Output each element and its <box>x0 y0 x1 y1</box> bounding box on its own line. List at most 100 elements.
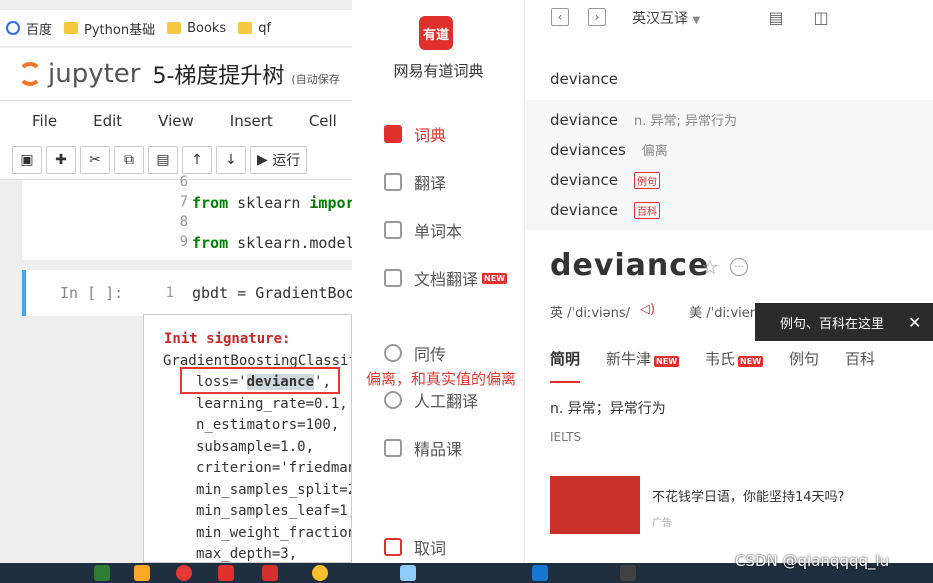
exam-tag: IELTS <box>550 430 582 444</box>
speaker-icon[interactable]: ◁) <box>640 302 655 321</box>
paste-button[interactable]: ▤ <box>148 145 178 174</box>
ad-label: 广告 <box>652 518 672 529</box>
move-up-button[interactable]: ↑ <box>182 145 212 174</box>
run-button[interactable]: ▶ 运行 <box>250 145 308 174</box>
app-icon[interactable] <box>262 565 278 581</box>
nav-interpret[interactable]: 同传 <box>384 341 446 365</box>
jupyter-icon <box>18 62 42 86</box>
folder-icon[interactable] <box>134 565 150 581</box>
param: min_samples_split=2, <box>196 481 352 498</box>
menu-bar: File Edit View Insert Cell <box>0 100 352 140</box>
menu-file[interactable]: File <box>14 112 75 130</box>
menu-edit[interactable]: Edit <box>75 112 140 130</box>
copy-icon: ⧉ <box>124 151 134 168</box>
bookmark-baidu[interactable]: 百度 <box>6 19 52 38</box>
suggestion-item[interactable]: deviance 百科 <box>550 201 660 219</box>
cell-prompt: In [ ]: <box>60 284 124 302</box>
tab-encyclopedia[interactable]: 百科 <box>845 348 875 383</box>
nav-dictionary[interactable]: 词典 <box>384 122 446 146</box>
suggestion-item[interactable]: deviances 偏离 <box>550 140 668 160</box>
notes-icon: ▤ <box>768 7 784 27</box>
chrome-icon[interactable] <box>176 565 192 581</box>
definition: n. 异常；异常行为 <box>550 401 666 417</box>
suggestion-list: deviance n. 异常; 异常行为 deviances 偏离 deviance… <box>525 100 933 230</box>
phonetics: 英 /ˈdiːviəns/ ◁) 美 /ˈdiːvien <box>550 302 758 321</box>
code-line[interactable]: gbdt = GradientBoos <box>192 284 352 302</box>
tab-oxford[interactable]: 新牛津 NEW <box>606 348 680 383</box>
signature-tooltip: Init signature: GradientBoostingClassifi… <box>143 314 352 563</box>
tab-examples[interactable]: 例句 <box>789 348 819 383</box>
bookmark-python[interactable]: Python基础 <box>64 19 155 38</box>
dict-sidebar: 有道 网易有道词典 词典 翻译 单词本 文档翻译 NEW 同传 人工翻译 精品课 … <box>352 0 525 563</box>
param: max_depth=3, <box>196 546 298 562</box>
bookmark-books[interactable]: Books <box>167 21 226 36</box>
nav-word-capture[interactable]: 取词 <box>384 535 446 559</box>
dict-tabs: 简明 新牛津 NEW 韦氏 NEW 例句 百科 <box>550 348 875 383</box>
dict-main: ‹ › 英汉互译 ▼ ▤ ◫ deviance deviance n. 异常; 异… <box>525 0 933 563</box>
star-icon[interactable]: ☆ <box>701 255 719 279</box>
line-number: 1 <box>165 285 174 301</box>
code-line: from sklearn impor <box>192 194 352 212</box>
more-icon[interactable]: ··· <box>730 258 748 276</box>
line-number: 7 <box>179 194 188 210</box>
menu-cell[interactable]: Cell <box>291 112 352 130</box>
terminal-icon[interactable] <box>620 565 636 581</box>
ad-text: 不花钱学日语，你能坚持14天吗? <box>652 490 845 505</box>
add-cell-button[interactable]: ✚ <box>46 145 76 174</box>
param: criterion='friedman <box>196 460 352 476</box>
paste-icon: ▤ <box>156 151 170 168</box>
menu-view[interactable]: View <box>140 112 212 130</box>
watermark: CSDN @qianqqqq_lu <box>735 552 890 570</box>
jupyter-window: 百度 Python基础 Books qf jupyter 5-梯度提升树 (自动… <box>0 0 352 563</box>
tooltip-header: Init signature: <box>164 331 291 347</box>
back-button[interactable]: ‹ <box>551 8 569 26</box>
code-line: from sklearn.model_ <box>192 234 352 252</box>
forward-button[interactable]: › <box>588 8 606 26</box>
highlight-box <box>180 367 340 394</box>
screenshot-button[interactable]: ◫ <box>812 7 830 27</box>
nav-doc-translate[interactable]: 文档翻译 NEW <box>384 266 507 290</box>
jupyter-header: jupyter 5-梯度提升树 (自动保存 <box>0 48 352 100</box>
suggestion-item[interactable]: deviance 例句 <box>550 171 660 189</box>
bookmark-qf[interactable]: qf <box>238 21 271 36</box>
menu-insert[interactable]: Insert <box>212 112 291 130</box>
nav-wordbook[interactable]: 单词本 <box>384 218 462 242</box>
notebook-title[interactable]: 5-梯度提升树 (自动保存 <box>152 58 339 90</box>
copy-button[interactable]: ⧉ <box>114 145 144 174</box>
line-number: 6 <box>179 174 188 190</box>
suggestion-item[interactable]: deviance n. 异常; 异常行为 <box>550 110 737 130</box>
document-icon <box>384 269 402 287</box>
chevron-down-icon: ▼ <box>692 15 701 26</box>
chevron-left-icon: ‹ <box>557 10 563 24</box>
folder-icon <box>238 22 253 34</box>
ad-banner[interactable]: 不花钱学日语，你能坚持14天吗? 广告 <box>550 476 933 534</box>
scissors-icon: ✂ <box>89 151 101 168</box>
jupyter-logo[interactable]: jupyter <box>18 59 140 89</box>
nav-human-translate[interactable]: 人工翻译 <box>384 388 478 412</box>
folder-icon <box>64 22 79 34</box>
youdao-icon[interactable] <box>218 565 234 581</box>
notes-button[interactable]: ▤ <box>767 7 785 27</box>
search-input[interactable]: deviance <box>550 70 618 88</box>
tab-webster[interactable]: 韦氏 NEW <box>705 348 764 383</box>
interpret-icon <box>384 344 402 362</box>
camera-icon: ◫ <box>813 7 829 27</box>
nav-courses[interactable]: 精品课 <box>384 436 462 460</box>
translate-icon <box>384 173 402 191</box>
app-icon[interactable] <box>532 565 548 581</box>
language-mode-select[interactable]: 英汉互译 ▼ <box>632 8 700 28</box>
close-icon[interactable]: ✕ <box>908 313 921 332</box>
param: learning_rate=0.1, <box>196 395 348 412</box>
save-button[interactable]: ▣ <box>12 145 42 174</box>
app-icon[interactable] <box>400 565 416 581</box>
app-icon[interactable] <box>312 565 328 581</box>
app-icon[interactable] <box>94 565 110 581</box>
chevron-right-icon: › <box>594 10 600 24</box>
tip-popup: 例句、百科在这里 ✕ <box>755 303 933 341</box>
cut-button[interactable]: ✂ <box>80 145 110 174</box>
nav-translate[interactable]: 翻译 <box>384 170 446 194</box>
tab-concise[interactable]: 简明 <box>550 348 581 383</box>
move-down-button[interactable]: ↓ <box>216 145 246 174</box>
plus-icon: ✚ <box>55 151 67 168</box>
checkbox-icon <box>384 538 402 556</box>
